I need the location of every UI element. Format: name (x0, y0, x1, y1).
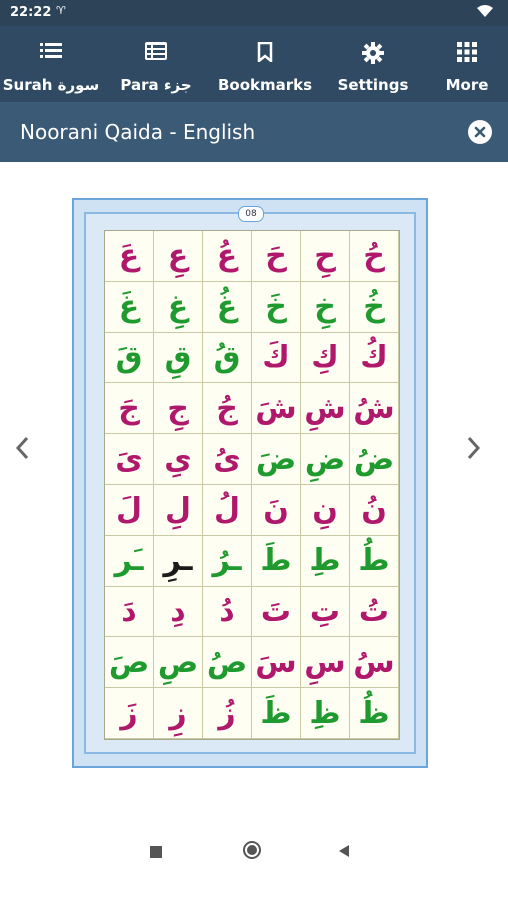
letter-cell[interactable]: دَ (105, 586, 154, 638)
next-page-button[interactable] (462, 436, 486, 464)
wifi-icon (476, 4, 494, 22)
close-icon[interactable] (468, 120, 492, 144)
top-toolbar: Surah سورة Para جزء Bookmarks Settings M… (0, 26, 508, 102)
recents-button[interactable] (144, 840, 168, 864)
settings-button[interactable]: Settings (320, 26, 426, 102)
letter-grid: عَ عِ عُ حَ حِ حُ غَ غِ غُ خَ خِ خُ قَ قِ قُ كَ كِ كُ جَ جِ… (104, 230, 400, 740)
letter-cell[interactable]: ـرِ (154, 535, 203, 587)
letter-cell[interactable]: غَ (105, 281, 154, 333)
letter-cell[interactable]: سِ (301, 637, 350, 689)
chevron-right-icon (467, 436, 481, 464)
letter-cell[interactable]: صُ (203, 637, 252, 689)
qaida-page[interactable]: 08 عَ عِ عُ حَ حِ حُ غَ غِ غُ خَ خِ خُ قَ قِ قُ كَ كِ كُ ج… (72, 198, 428, 768)
letter-cell[interactable]: قَ (105, 332, 154, 384)
letter-cell[interactable]: عِ (154, 231, 203, 282)
chevron-left-icon (15, 436, 29, 464)
circle-icon (242, 840, 262, 864)
list-icon (0, 42, 102, 62)
grid-list-icon (102, 42, 210, 62)
notification-icon: ♈ (56, 4, 66, 17)
more-button[interactable]: More (426, 26, 508, 102)
letter-cell[interactable]: دُ (203, 586, 252, 638)
triangle-back-icon (337, 843, 351, 862)
letter-cell[interactable]: لِ (154, 484, 203, 536)
letter-cell[interactable]: حَ (252, 231, 301, 282)
bookmarks-label: Bookmarks (217, 76, 313, 94)
letter-cell[interactable]: ظِ (301, 688, 350, 739)
letter-cell[interactable]: تُ (350, 586, 399, 638)
letter-cell[interactable]: سُ (350, 637, 399, 689)
letter-cell[interactable]: لُ (203, 484, 252, 536)
apps-icon (426, 42, 508, 62)
letter-cell[interactable]: سَ (252, 637, 301, 689)
page-number: 08 (238, 206, 264, 222)
letter-cell[interactable]: جِ (154, 383, 203, 435)
letter-cell[interactable]: نِ (301, 484, 350, 536)
letter-cell[interactable]: ظَ (252, 688, 301, 739)
surah-label: Surah سورة (2, 76, 100, 94)
letter-cell[interactable]: لَ (105, 484, 154, 536)
status-bar: 22:22 ♈ (0, 0, 508, 26)
more-label: More (445, 76, 489, 94)
letter-cell[interactable]: ـرُ (203, 535, 252, 587)
home-button[interactable] (240, 840, 264, 864)
letter-cell[interactable]: جَ (105, 383, 154, 435)
letter-cell[interactable]: قُ (203, 332, 252, 384)
letter-cell[interactable]: نُ (350, 484, 399, 536)
letter-cell[interactable]: ىِ (154, 434, 203, 485)
previous-page-button[interactable] (10, 436, 34, 464)
letter-cell[interactable]: جُ (203, 383, 252, 435)
letter-cell[interactable]: طُ (350, 535, 399, 587)
back-button[interactable] (332, 840, 356, 864)
letter-cell[interactable]: خِ (301, 281, 350, 333)
letter-cell[interactable]: ضُ (350, 434, 399, 485)
settings-label: Settings (337, 76, 409, 94)
letter-cell[interactable]: حُ (350, 231, 399, 282)
letter-cell[interactable]: شُ (350, 383, 399, 435)
letter-cell[interactable]: خُ (350, 281, 399, 333)
letter-cell[interactable]: تِ (301, 586, 350, 638)
letter-cell[interactable]: طِ (301, 535, 350, 587)
letter-cell[interactable]: ىَ (105, 434, 154, 485)
system-nav-bar (0, 820, 508, 880)
square-icon (150, 843, 162, 862)
letter-cell[interactable]: ـَر (105, 535, 154, 587)
letter-cell[interactable]: زُ (203, 688, 252, 739)
letter-cell[interactable]: كَ (252, 332, 301, 384)
letter-cell[interactable]: تَ (252, 586, 301, 638)
letter-cell[interactable]: كِ (301, 332, 350, 384)
bookmark-icon (210, 42, 320, 62)
letter-cell[interactable]: كُ (350, 332, 399, 384)
letter-cell[interactable]: زِ (154, 688, 203, 739)
letter-cell[interactable]: عَ (105, 231, 154, 282)
status-time: 22:22 (10, 5, 52, 20)
letter-cell[interactable]: طَ (252, 535, 301, 587)
letter-cell[interactable]: عُ (203, 231, 252, 282)
letter-cell[interactable]: قِ (154, 332, 203, 384)
letter-cell[interactable]: شَ (252, 383, 301, 435)
letter-cell[interactable]: ظُ (350, 688, 399, 739)
para-label: Para جزء (120, 76, 192, 94)
letter-cell[interactable]: دِ (154, 586, 203, 638)
letter-cell[interactable]: ضَ (252, 434, 301, 485)
letter-cell[interactable]: نَ (252, 484, 301, 536)
gear-icon (320, 42, 426, 64)
letter-cell[interactable]: شِ (301, 383, 350, 435)
letter-cell[interactable]: غِ (154, 281, 203, 333)
title-bar: Noorani Qaida - English (0, 102, 508, 162)
letter-cell[interactable]: زَ (105, 688, 154, 739)
page-title: Noorani Qaida - English (20, 120, 256, 144)
letter-cell[interactable]: صِ (154, 637, 203, 689)
letter-cell[interactable]: ىُ (203, 434, 252, 485)
surah-button[interactable]: Surah سورة (0, 26, 102, 102)
letter-cell[interactable]: حِ (301, 231, 350, 282)
para-button[interactable]: Para جزء (102, 26, 210, 102)
bookmarks-button[interactable]: Bookmarks (210, 26, 320, 102)
letter-cell[interactable]: خَ (252, 281, 301, 333)
letter-cell[interactable]: ضِ (301, 434, 350, 485)
letter-cell[interactable]: صَ (105, 637, 154, 689)
letter-cell[interactable]: غُ (203, 281, 252, 333)
